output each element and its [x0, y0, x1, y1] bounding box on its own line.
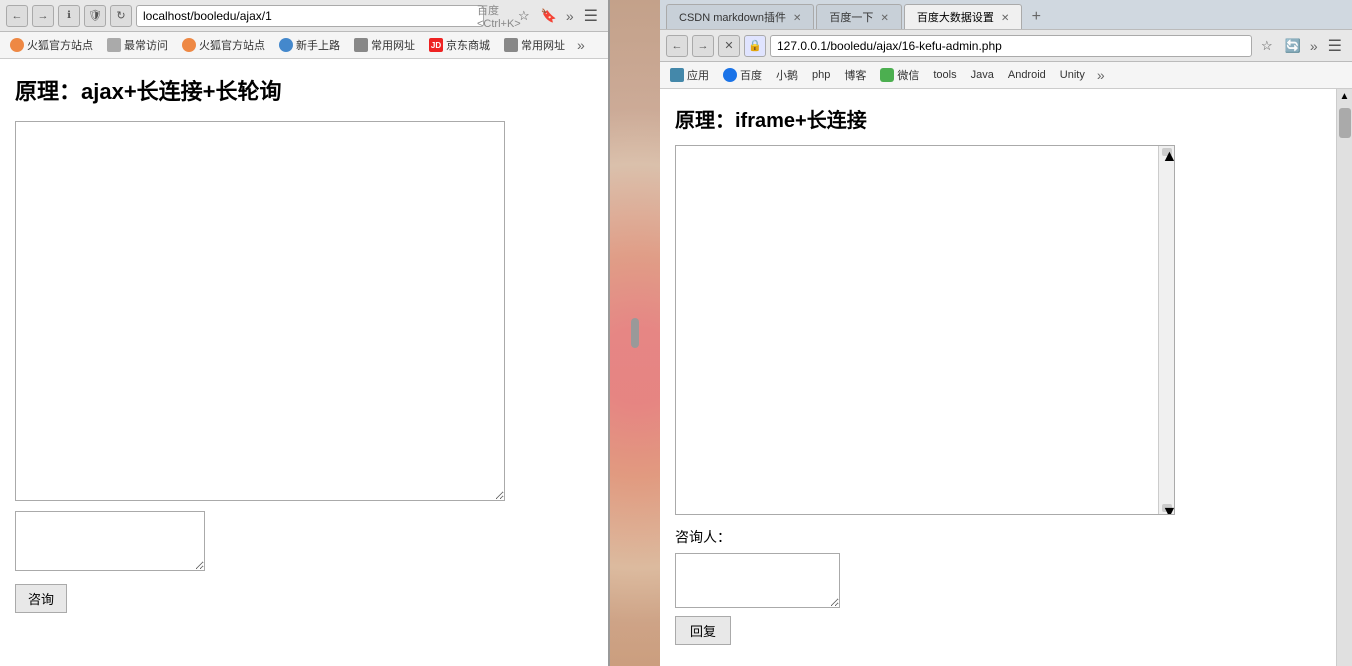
right-page-title: 原理：iframe+长连接 [675, 104, 1321, 133]
right-toolbar: ← → ✕ 🔒 127.0.0.1/booledu/ajax/16-kefu-a… [660, 30, 1352, 62]
tab-close-active[interactable]: ✕ [1001, 13, 1009, 24]
left-page-title: 原理：ajax+长连接+长轮询 [15, 74, 593, 106]
right-chat-content [676, 146, 1158, 514]
toolbar-icons-left: 百度 <Ctrl+K> ☆ 🔖 [488, 5, 560, 27]
bm-blog[interactable]: 博客 [840, 65, 870, 85]
left-chat-box[interactable] [15, 121, 505, 501]
frequent-icon [107, 38, 121, 52]
bookmarks-bar-left: 火狐官方站点 最常访问 火狐官方站点 新手上路 常用网址 JD 京东商城 常用网… [0, 32, 608, 59]
security-icon: ℹ [58, 5, 80, 27]
tab-csdn[interactable]: CSDN markdown插件 ✕ [666, 4, 814, 29]
bm-java[interactable]: Java [967, 67, 998, 83]
right-content-area: 原理：iframe+长连接 ▲ ▼ ◀ ▶ [660, 89, 1352, 666]
scroll-up-arrow[interactable]: ▲ [1162, 148, 1172, 156]
chat-hscrollbar[interactable]: ◀ ▶ [676, 514, 1174, 515]
bookmark-huli2[interactable]: 火狐官方站点 [178, 35, 269, 55]
bookmark-common2[interactable]: 常用网址 [500, 35, 569, 55]
new-tab-button[interactable]: + [1026, 5, 1046, 29]
bookmark-jd[interactable]: JD 京东商城 [425, 35, 494, 55]
fox-icon [10, 38, 24, 52]
shield-icon: 🛡 [84, 5, 106, 27]
newbie-icon [279, 38, 293, 52]
reply-button[interactable]: 回复 [675, 616, 731, 645]
fox-icon2 [182, 38, 196, 52]
left-input-area[interactable] [15, 511, 205, 571]
resize-handle[interactable] [631, 318, 639, 348]
left-page-content: 原理：ajax+长连接+长轮询 咨询 [0, 59, 608, 666]
url-bar-left[interactable]: localhost/booledu/ajax/1 [136, 5, 484, 27]
bookmark-huli1[interactable]: 火狐官方站点 [6, 35, 97, 55]
refresh-button-right[interactable]: 🔄 [1282, 35, 1304, 57]
bm-baidu[interactable]: 百度 [719, 65, 766, 85]
jd-icon: JD [429, 38, 443, 52]
send-button-left[interactable]: 咨询 [15, 584, 67, 613]
secure-icon-right: 🔒 [744, 35, 766, 57]
bm-php[interactable]: php [808, 67, 834, 83]
star-button-right[interactable]: ☆ [1256, 35, 1278, 57]
left-chat-content [16, 122, 504, 132]
overflow-button-left[interactable]: » [564, 8, 576, 24]
url-bar-right[interactable]: 127.0.0.1/booledu/ajax/16-kefu-admin.php [770, 35, 1252, 57]
search-button[interactable]: 百度 <Ctrl+K> [488, 5, 510, 27]
bm-xiaoe[interactable]: 小鹅 [772, 65, 802, 85]
tab-active[interactable]: 百度大数据设置 ✕ [904, 4, 1022, 29]
tabs-bar-right: CSDN markdown插件 ✕ 百度一下 ✕ 百度大数据设置 ✕ + [660, 0, 1352, 30]
bm-android[interactable]: Android [1004, 67, 1050, 83]
forward-button[interactable]: → [32, 5, 54, 27]
tab-close-baidu[interactable]: ✕ [880, 13, 888, 24]
bookmark-frequent[interactable]: 最常访问 [103, 35, 172, 55]
back-button-right[interactable]: ← [666, 35, 688, 57]
overflow-button-right[interactable]: » [1308, 38, 1320, 54]
right-page-scrollbar[interactable]: ▲ [1336, 89, 1352, 666]
bookmark-newbie[interactable]: 新手上路 [275, 35, 344, 55]
bookmark-button[interactable]: 🔖 [538, 5, 560, 27]
bm-unity[interactable]: Unity [1056, 67, 1089, 83]
bookmark-common1[interactable]: 常用网址 [350, 35, 419, 55]
left-browser-window: ← → ℹ 🛡 ↻ localhost/booledu/ajax/1 百度 <C… [0, 0, 610, 666]
baidu-icon [723, 68, 737, 82]
wechat-icon [880, 68, 894, 82]
menu-button-left[interactable]: ☰ [580, 6, 602, 26]
page-scroll-up[interactable]: ▲ [1338, 89, 1352, 104]
tab-baidu[interactable]: 百度一下 ✕ [816, 4, 901, 29]
bookmarks-bar-right: 应用 百度 小鹅 php 博客 微信 tools Java Android Un… [660, 62, 1352, 89]
consultant-label: 咨询人： [675, 527, 1321, 547]
bm-apps[interactable]: 应用 [666, 65, 713, 85]
scroll-down-arrow[interactable]: ▼ [1162, 504, 1172, 512]
close-button-right[interactable]: ✕ [718, 35, 740, 57]
bookmarks-overflow-right[interactable]: » [1095, 67, 1107, 83]
tab-close-csdn[interactable]: ✕ [793, 13, 801, 24]
back-button[interactable]: ← [6, 5, 28, 27]
chat-scrollbar[interactable]: ▲ ▼ [1158, 146, 1174, 514]
consultant-input[interactable] [675, 553, 840, 608]
divider-area [610, 0, 660, 666]
forward-button-right[interactable]: → [692, 35, 714, 57]
bm-wechat[interactable]: 微信 [876, 65, 923, 85]
common-icon [354, 38, 368, 52]
star-button[interactable]: ☆ [513, 5, 535, 27]
right-browser-window: CSDN markdown插件 ✕ 百度一下 ✕ 百度大数据设置 ✕ + ← →… [660, 0, 1352, 666]
page-scroll-thumb[interactable] [1339, 108, 1351, 138]
right-chat-inner: ▲ ▼ [676, 146, 1174, 514]
right-chat-box[interactable]: ▲ ▼ ◀ ▶ [675, 145, 1175, 515]
common-icon2 [504, 38, 518, 52]
right-page-content: 原理：iframe+长连接 ▲ ▼ ◀ ▶ [660, 89, 1336, 666]
bookmarks-overflow-left[interactable]: » [575, 37, 587, 53]
left-toolbar: ← → ℹ 🛡 ↻ localhost/booledu/ajax/1 百度 <C… [0, 0, 608, 32]
apps-icon [670, 68, 684, 82]
bm-tools[interactable]: tools [929, 67, 960, 83]
menu-button-right[interactable]: ☰ [1324, 36, 1346, 56]
reload-button[interactable]: ↻ [110, 5, 132, 27]
